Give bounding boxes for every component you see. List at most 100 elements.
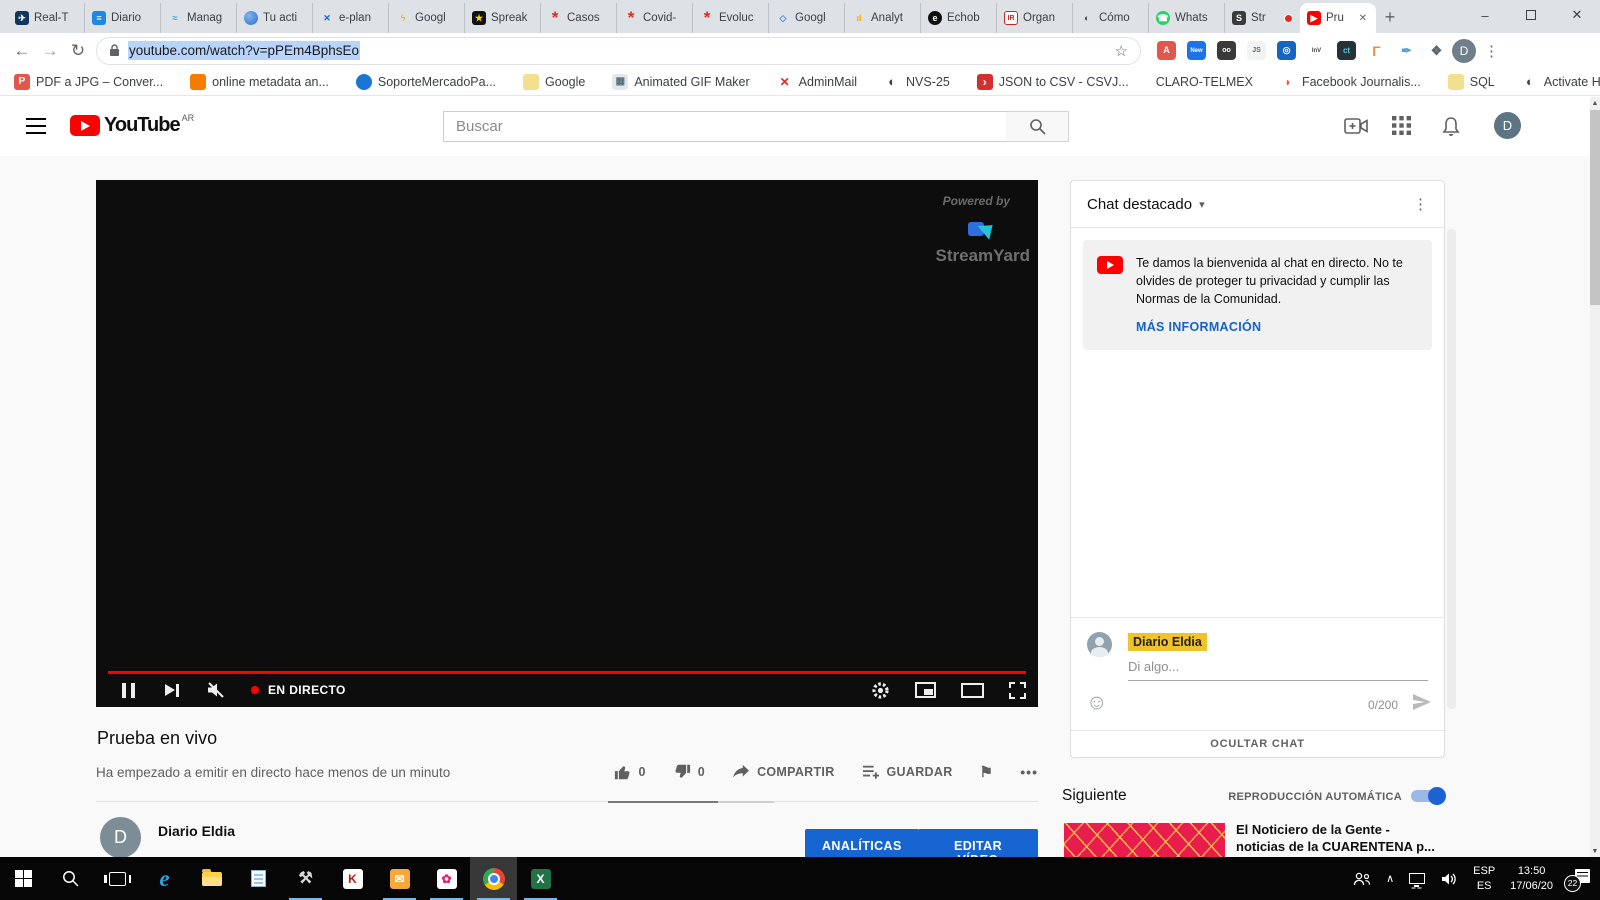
create-video-icon[interactable] <box>1344 116 1368 141</box>
browser-menu-icon[interactable]: ⋮ <box>1484 42 1499 60</box>
channel-name[interactable]: Diario Eldia <box>158 823 235 839</box>
bookmark-item[interactable]: ◗ Facebook Journalis... <box>1280 74 1421 90</box>
page-scrollbar[interactable]: ▲ ▼ <box>1590 97 1600 857</box>
browser-tab[interactable]: ✕ e-plan <box>312 3 388 33</box>
browser-tab[interactable]: Tu acti <box>236 3 312 33</box>
puzzle-extension-icon[interactable]: ❖ <box>1427 41 1446 60</box>
like-button[interactable]: 0 <box>614 763 646 781</box>
emoji-picker-icon[interactable]: ☺ <box>1086 692 1107 713</box>
language-indicator[interactable]: ESP ES <box>1473 864 1495 894</box>
browser-tab[interactable]: * Evoluc <box>692 3 768 33</box>
browser-tab[interactable]: ◇ Googl <box>768 3 844 33</box>
bookmark-item[interactable]: SoporteMercadoPa... <box>356 74 496 90</box>
new-badge-extension-icon[interactable]: New <box>1187 41 1206 60</box>
apps-grid-icon[interactable] <box>1392 116 1411 140</box>
feather-extension-icon[interactable]: ✒ <box>1397 41 1416 60</box>
acrobat-extension-icon[interactable]: A <box>1157 41 1176 60</box>
browser-tab[interactable]: ✈ Real-T <box>8 3 84 33</box>
search-input[interactable] <box>444 112 1006 141</box>
chat-scrollbar[interactable] <box>1447 229 1456 709</box>
taskbar-notepad-button[interactable] <box>235 857 282 900</box>
new-tab-button[interactable]: + <box>1376 3 1404 31</box>
video-progress-bar[interactable] <box>108 671 1026 674</box>
address-bar[interactable]: youtube.com/watch?v=pPEm4BphsEo ☆ <box>96 37 1141 65</box>
taskbar-file-explorer-button[interactable] <box>188 857 235 900</box>
browser-tab[interactable]: ≈ Manag <box>160 3 236 33</box>
js-extension-icon[interactable]: JS <box>1247 41 1266 60</box>
notifications-bell-icon[interactable] <box>1441 116 1461 142</box>
next-video-button[interactable] <box>165 684 179 697</box>
save-button[interactable]: GUARDAR <box>862 764 953 780</box>
search-button[interactable] <box>1006 111 1069 142</box>
hide-chat-button[interactable]: OCULTAR CHAT <box>1071 730 1444 757</box>
edit-video-button[interactable]: EDITAR VÍDEO <box>918 829 1038 857</box>
bookmark-star-icon[interactable]: ☆ <box>1115 42 1128 60</box>
more-info-link[interactable]: MÁS INFORMACIÓN <box>1136 320 1261 334</box>
browser-tab[interactable]: ▶ Pru ✕ <box>1300 3 1376 33</box>
target-extension-icon[interactable]: ◎ <box>1277 41 1296 60</box>
tool-extension-icon[interactable]: Γ <box>1367 41 1386 60</box>
browser-tab[interactable]: ◐ Cómo <box>1072 3 1148 33</box>
autoplay-toggle[interactable] <box>1411 790 1444 802</box>
pause-button[interactable] <box>122 683 135 698</box>
taskbar-edge-button[interactable]: e <box>141 857 188 900</box>
browser-tab[interactable]: e Echob <box>920 3 996 33</box>
tray-chevron-icon[interactable]: ∧ <box>1386 872 1394 885</box>
clock[interactable]: 13:50 17/06/20 <box>1510 864 1553 894</box>
network-icon[interactable] <box>1409 873 1425 884</box>
task-view-button[interactable] <box>94 857 141 900</box>
back-button[interactable]: ← <box>8 37 36 65</box>
browser-tab[interactable]: * Casos <box>540 3 616 33</box>
browser-tab[interactable]: ★ Spreak <box>464 3 540 33</box>
settings-gear-icon[interactable] <box>871 681 890 700</box>
action-center-icon[interactable]: 22 <box>1568 869 1590 889</box>
next-video-title[interactable]: El Noticiero de la Gente - noticias de l… <box>1236 821 1446 855</box>
muted-volume-icon[interactable] <box>205 680 225 700</box>
browser-tab[interactable]: ☎ Whats <box>1148 3 1224 33</box>
refresh-button[interactable]: ↻ <box>64 37 92 65</box>
forward-button[interactable]: → <box>36 37 64 65</box>
taskbar-snip-tool-button[interactable]: ⚒ <box>282 857 329 900</box>
bookmark-item[interactable]: ◐ Activate HUD <box>1522 74 1600 90</box>
bookmark-item[interactable]: P PDF a JPG – Conver... <box>14 74 163 90</box>
taskbar-excel-button[interactable]: X <box>517 857 564 900</box>
bookmark-item[interactable]: SQL <box>1448 74 1495 90</box>
youtube-logo[interactable]: YouTube AR <box>70 115 194 136</box>
invid-extension-icon[interactable]: InV <box>1307 41 1326 60</box>
taskbar-outlook-button[interactable]: ✉ <box>376 857 423 900</box>
browser-tab[interactable]: * Covid- <box>616 3 692 33</box>
youtube-account-avatar[interactable]: D <box>1494 112 1521 139</box>
chat-dropdown-caret-icon[interactable]: ▾ <box>1199 198 1205 211</box>
tab-close-icon[interactable]: ✕ <box>1357 12 1369 25</box>
taskbar-chrome-button[interactable] <box>470 857 517 900</box>
analytics-button[interactable]: ANALÍTICAS <box>805 829 919 857</box>
url-text[interactable]: youtube.com/watch?v=pPEm4BphsEo <box>128 41 360 60</box>
taskbar-photo-app-button[interactable]: K <box>329 857 376 900</box>
browser-tab[interactable]: ıl Analyt <box>844 3 920 33</box>
taskbar-search-button[interactable] <box>47 857 94 900</box>
start-button[interactable] <box>0 857 47 900</box>
scroll-down-arrow[interactable]: ▼ <box>1590 845 1600 857</box>
report-flag-icon[interactable]: ⚑ <box>980 763 994 781</box>
volume-icon[interactable] <box>1440 871 1458 887</box>
theater-mode-icon[interactable] <box>961 683 984 698</box>
browser-tab[interactable]: ϟ Googl <box>388 3 464 33</box>
window-maximize-button[interactable] <box>1508 0 1554 30</box>
next-video-thumbnail[interactable] <box>1064 823 1225 857</box>
window-close-button[interactable]: ✕ <box>1554 0 1600 30</box>
channel-avatar[interactable]: D <box>100 817 141 857</box>
browser-tab[interactable]: ≡ Diario <box>84 3 160 33</box>
window-minimize-button[interactable]: – <box>1462 0 1508 30</box>
scrollbar-thumb[interactable] <box>1590 110 1600 305</box>
browser-profile-avatar[interactable]: D <box>1452 39 1476 63</box>
taskbar-paint-app-button[interactable]: ✿ <box>423 857 470 900</box>
chat-message-input[interactable]: Di algo... <box>1128 659 1428 681</box>
scroll-up-arrow[interactable]: ▲ <box>1590 97 1600 109</box>
ct-extension-icon[interactable]: ct <box>1337 41 1356 60</box>
browser-tab[interactable]: IR Organ <box>996 3 1072 33</box>
send-message-icon[interactable] <box>1412 693 1432 711</box>
bookmark-item[interactable]: › JSON to CSV - CSVJ... <box>977 74 1129 90</box>
dislike-button[interactable]: 0 <box>673 763 705 781</box>
bookmark-item[interactable]: ✕ AdminMail <box>777 74 857 90</box>
share-button[interactable]: COMPARTIR <box>732 764 834 780</box>
